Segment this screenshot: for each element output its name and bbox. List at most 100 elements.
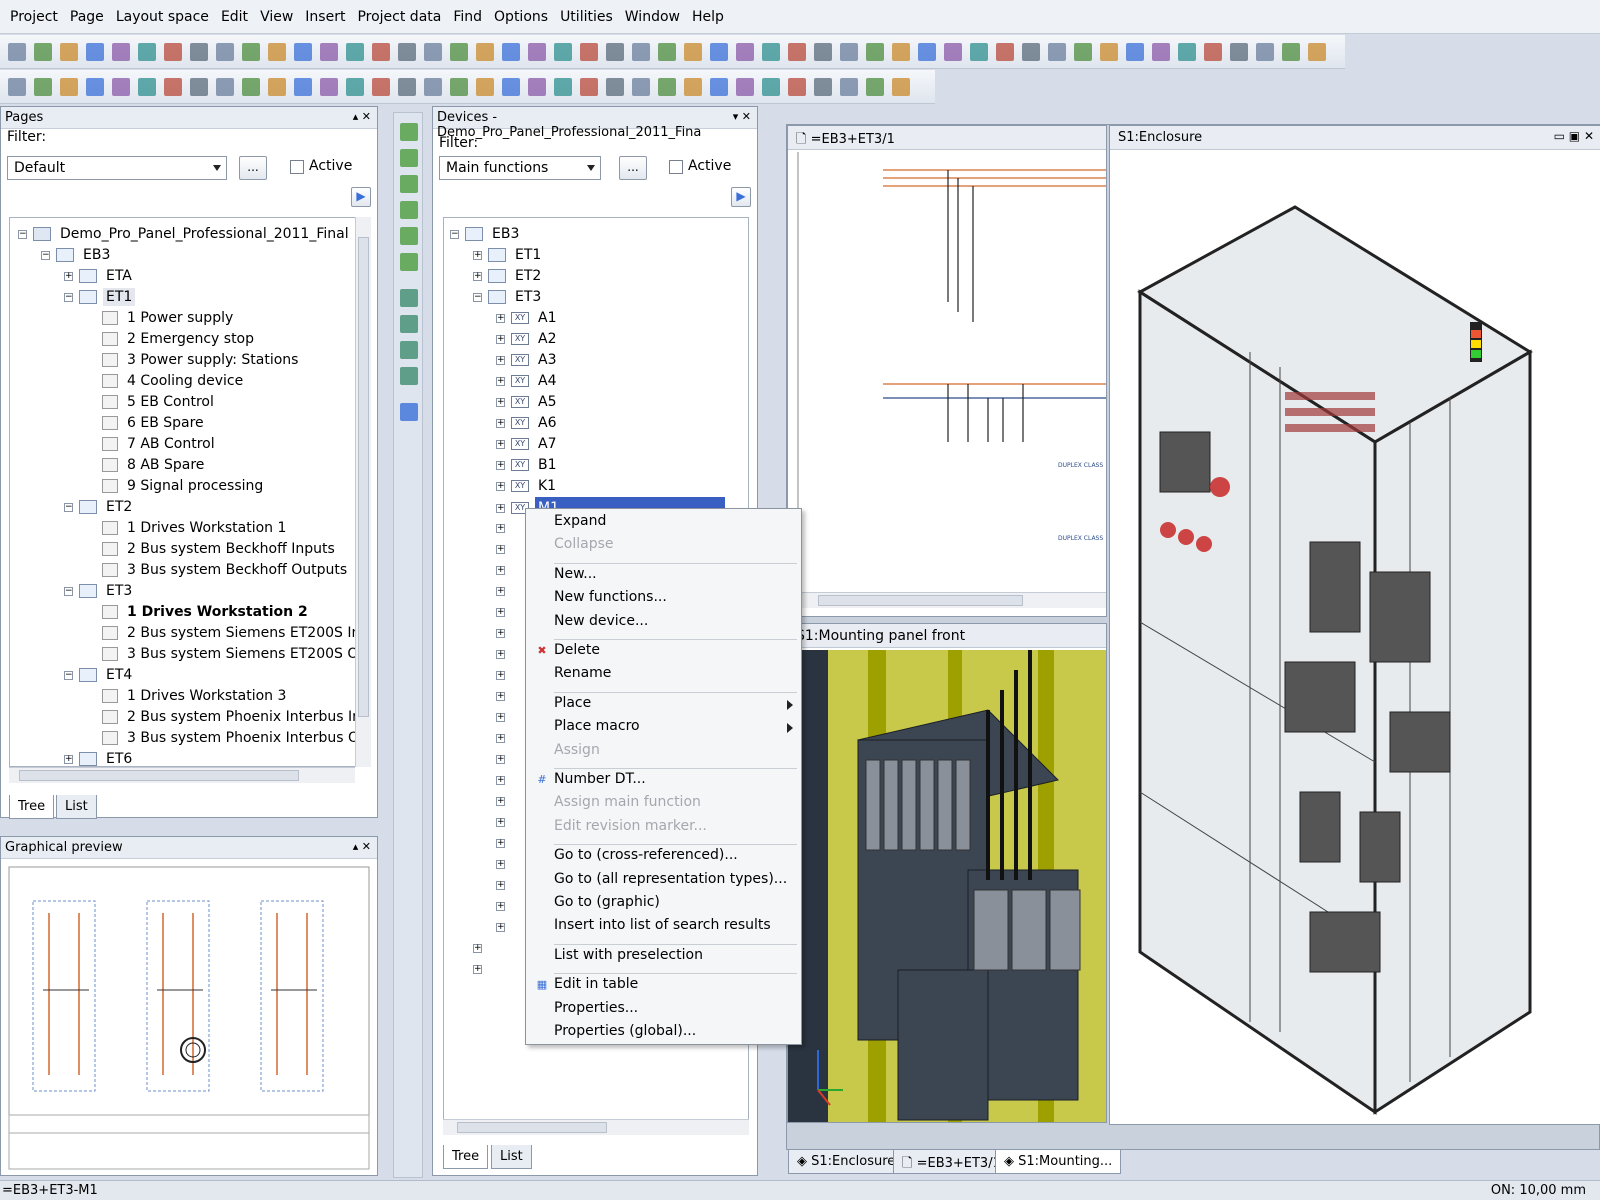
schematic-window[interactable]: 🗋 =EB3+ET3/1 DUPLEX CLASS DUPLEX CLASS bbox=[787, 125, 1107, 617]
devices-active-checkbox[interactable] bbox=[669, 160, 683, 174]
expand-icon[interactable]: + bbox=[473, 965, 482, 974]
menu-project-data[interactable]: Project data bbox=[351, 9, 447, 25]
collapse-icon[interactable]: − bbox=[64, 670, 73, 680]
expand-icon[interactable]: + bbox=[64, 271, 73, 281]
toolbar-tool-icon[interactable] bbox=[1126, 43, 1144, 61]
devices-horizontal-scrollbar[interactable] bbox=[443, 1119, 749, 1135]
mounting-panel-window[interactable]: S1:Mounting panel front bbox=[787, 623, 1107, 1123]
toolbar-tool-icon[interactable] bbox=[112, 78, 130, 96]
toolbar-tool-icon[interactable] bbox=[268, 78, 286, 96]
window-controls-icon[interactable]: ▭ ▣ ✕ bbox=[1554, 129, 1594, 143]
pages-filter-browse-button[interactable]: ... bbox=[239, 156, 267, 180]
tree-item[interactable]: + XY A6 bbox=[496, 413, 559, 434]
toolbar-tool-icon[interactable] bbox=[814, 43, 832, 61]
menu-insert[interactable]: Insert bbox=[299, 9, 351, 25]
tree-item[interactable]: 2 Bus system Beckhoff Inputs bbox=[87, 539, 338, 560]
menu-utilities[interactable]: Utilities bbox=[554, 9, 619, 25]
toolbar-tool-icon[interactable] bbox=[1308, 43, 1326, 61]
expand-icon[interactable]: + bbox=[496, 902, 505, 911]
toolbar-tool-icon[interactable] bbox=[528, 78, 546, 96]
toolbar-tool-icon[interactable] bbox=[710, 78, 728, 96]
tree-item[interactable]: 3 Bus system Siemens ET200S Outpu bbox=[87, 644, 370, 665]
context-menu-item-new[interactable]: New... bbox=[554, 566, 597, 582]
toolbar-tool-icon[interactable] bbox=[476, 78, 494, 96]
expand-icon[interactable]: + bbox=[496, 776, 505, 785]
context-menu-item-new-functions[interactable]: New functions... bbox=[554, 589, 667, 605]
context-menu-item-go-to-all-representation-types[interactable]: Go to (all representation types)... bbox=[554, 871, 787, 887]
toolbar-tool-icon[interactable] bbox=[606, 43, 624, 61]
menu-options[interactable]: Options bbox=[488, 9, 554, 25]
expand-icon[interactable]: + bbox=[473, 250, 482, 260]
tree-item[interactable]: 2 Bus system Phoenix Interbus Input bbox=[87, 707, 370, 728]
context-menu-item-expand[interactable]: Expand bbox=[554, 513, 606, 529]
expand-icon[interactable]: + bbox=[496, 376, 505, 386]
context-menu-item-rename[interactable]: Rename bbox=[554, 665, 611, 681]
toolbar-tool-icon[interactable] bbox=[528, 43, 546, 61]
toolbar-tool-icon[interactable] bbox=[138, 78, 156, 96]
tree-item[interactable]: 5 EB Control bbox=[87, 392, 217, 413]
toolbar-tool-icon[interactable] bbox=[892, 43, 910, 61]
toolbar-tool-icon[interactable] bbox=[320, 78, 338, 96]
tree-item[interactable]: + XY B1 bbox=[496, 455, 560, 476]
tree-item[interactable]: + ET6 bbox=[64, 749, 135, 766]
collapse-icon[interactable]: − bbox=[450, 229, 459, 239]
tree-item[interactable]: + ET1 bbox=[473, 245, 544, 266]
pages-play-icon[interactable]: ▶ bbox=[351, 187, 371, 207]
pane-close-icon[interactable]: ▴ ✕ bbox=[353, 110, 371, 123]
doc-tab-enclosure[interactable]: ◈ S1:Enclosure bbox=[788, 1150, 905, 1174]
pages-filter-select[interactable]: Default bbox=[7, 156, 227, 180]
menu-find[interactable]: Find bbox=[447, 9, 488, 25]
expand-icon[interactable]: + bbox=[496, 545, 505, 554]
toolbar-tool-icon[interactable] bbox=[294, 78, 312, 96]
toolbar-tool-icon[interactable] bbox=[502, 78, 520, 96]
collapse-icon[interactable]: − bbox=[64, 502, 73, 512]
devices-play-icon[interactable]: ▶ bbox=[731, 187, 751, 207]
vertical-tool-icon[interactable] bbox=[400, 253, 418, 271]
toolbar-tool-icon[interactable] bbox=[372, 78, 390, 96]
doc-tab-schematic[interactable]: 🗋 =EB3+ET3/1 bbox=[893, 1150, 1010, 1174]
toolbar-tool-icon[interactable] bbox=[294, 43, 312, 61]
toolbar-tool-icon[interactable] bbox=[1230, 43, 1248, 61]
tree-item[interactable]: − ET2 bbox=[64, 497, 135, 518]
tree-item[interactable]: 4 Cooling device bbox=[87, 371, 246, 392]
toolbar-tool-icon[interactable] bbox=[8, 78, 26, 96]
expand-icon[interactable]: + bbox=[496, 923, 505, 932]
schematic-scrollbar[interactable] bbox=[788, 592, 1106, 608]
collapse-icon[interactable]: − bbox=[64, 292, 73, 302]
toolbar-tool-icon[interactable] bbox=[450, 43, 468, 61]
expand-icon[interactable]: + bbox=[473, 271, 482, 281]
toolbar-tool-icon[interactable] bbox=[1282, 43, 1300, 61]
toolbar-tool-icon[interactable] bbox=[632, 78, 650, 96]
tree-item[interactable]: 1 Drives Workstation 1 bbox=[87, 518, 289, 539]
toolbar-tool-icon[interactable] bbox=[242, 43, 260, 61]
toolbar-tool-icon[interactable] bbox=[554, 78, 572, 96]
toolbar-tool-icon[interactable] bbox=[1152, 43, 1170, 61]
tree-item[interactable]: + XY K1 bbox=[496, 476, 559, 497]
toolbar-tool-icon[interactable] bbox=[606, 78, 624, 96]
toolbar-tool-icon[interactable] bbox=[138, 43, 156, 61]
tree-item[interactable]: − Demo_Pro_Panel_Professional_2011_Final bbox=[18, 224, 352, 245]
tree-item[interactable]: 2 Bus system Siemens ET200S Inputs bbox=[87, 623, 370, 644]
vertical-tool-icon[interactable] bbox=[400, 149, 418, 167]
toolbar-tool-icon[interactable] bbox=[736, 78, 754, 96]
tree-item[interactable]: + XY A7 bbox=[496, 434, 559, 455]
toolbar-tool-icon[interactable] bbox=[346, 78, 364, 96]
tree-item[interactable]: − ET1 bbox=[64, 287, 136, 308]
collapse-icon[interactable]: − bbox=[18, 229, 27, 239]
expand-icon[interactable]: + bbox=[496, 797, 505, 806]
vertical-tool-icon[interactable] bbox=[400, 341, 418, 359]
toolbar-tool-icon[interactable] bbox=[216, 43, 234, 61]
toolbar-tool-icon[interactable] bbox=[398, 78, 416, 96]
toolbar-tool-icon[interactable] bbox=[866, 78, 884, 96]
context-menu-item-edit-in-table[interactable]: Edit in table bbox=[554, 976, 638, 992]
collapse-icon[interactable]: − bbox=[41, 250, 50, 260]
pages-active-checkbox[interactable] bbox=[290, 160, 304, 174]
expand-icon[interactable]: + bbox=[496, 566, 505, 575]
menu-view[interactable]: View bbox=[254, 9, 299, 25]
vertical-tool-icon[interactable] bbox=[400, 315, 418, 333]
toolbar-tool-icon[interactable] bbox=[60, 78, 78, 96]
toolbar-tool-icon[interactable] bbox=[580, 43, 598, 61]
context-menu-item-properties-global[interactable]: Properties (global)... bbox=[554, 1023, 696, 1039]
toolbar-tool-icon[interactable] bbox=[1074, 43, 1092, 61]
vertical-tool-icon[interactable] bbox=[400, 289, 418, 307]
